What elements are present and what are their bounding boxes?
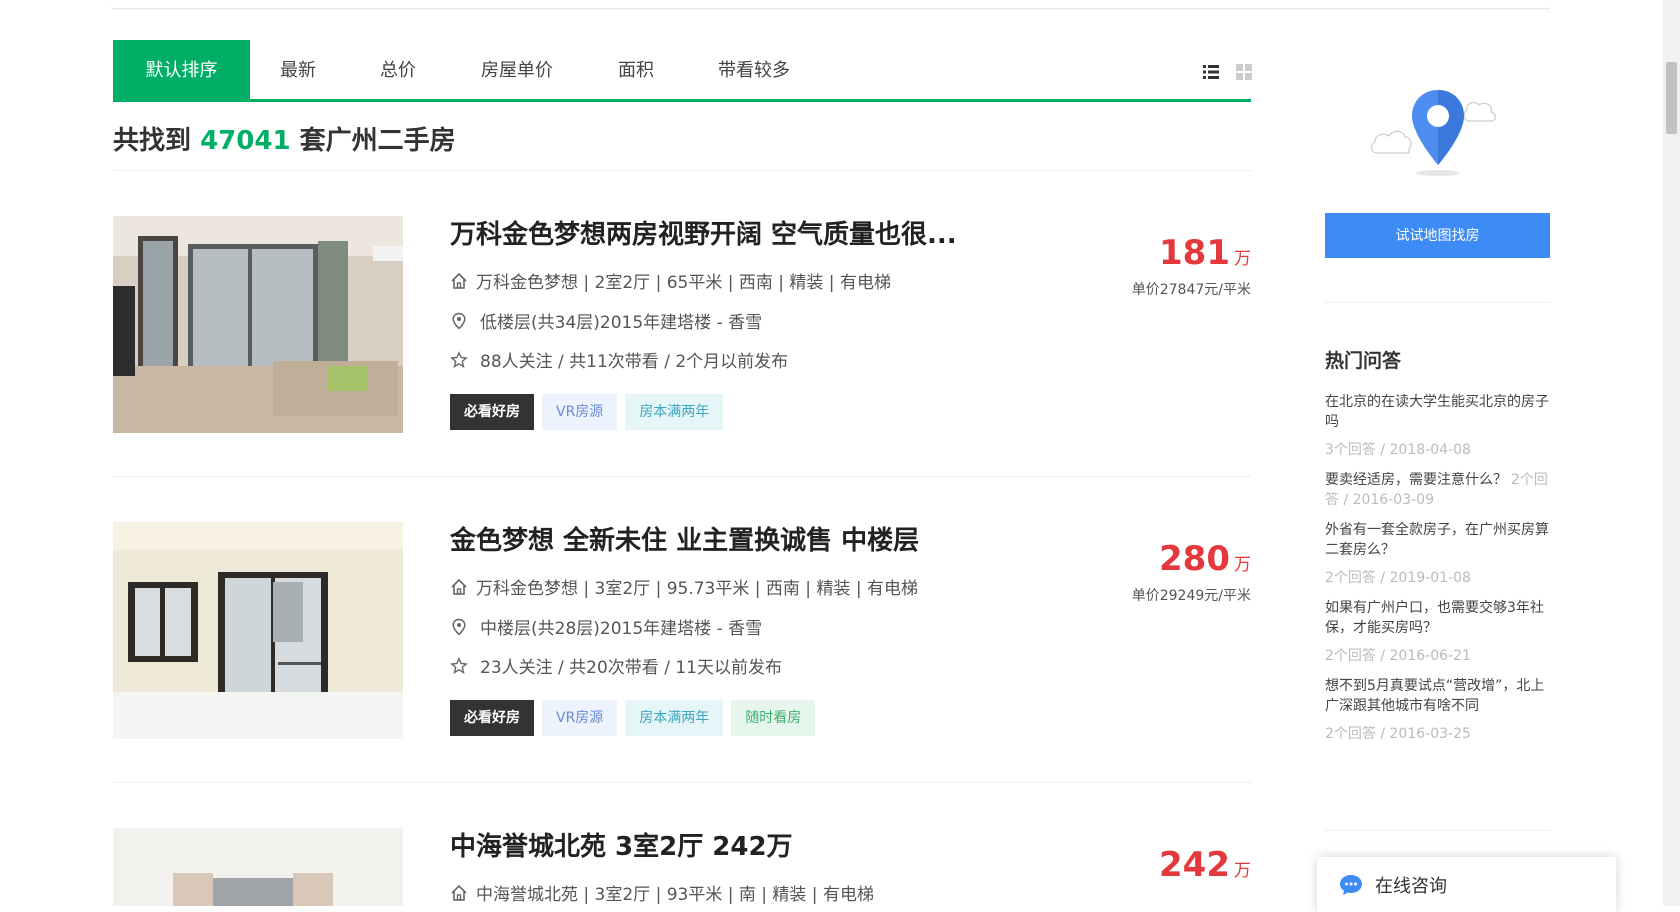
total-price: 242 万	[1159, 845, 1251, 885]
qa-question[interactable]: 在北京的在读大学生能买北京的房子吗	[1325, 392, 1550, 432]
total-price: 181 万	[1159, 233, 1251, 273]
listing-item: 万科金色梦想两房视野开阔 空气质量也很... 万科金色梦想 | 2室2厅 | 6…	[113, 171, 1251, 477]
price-value: 181	[1159, 233, 1230, 273]
listing-item: 中海誉城北苑 3室2厅 242万 中海誉城北苑 | 3室2厅 | 93平米 | …	[113, 783, 1251, 906]
house-icon	[451, 884, 467, 901]
qa-meta: 2个回答 / 2016-06-21	[1325, 648, 1471, 664]
tag-two-years: 房本满两年	[625, 394, 724, 430]
location-pin-icon	[452, 312, 466, 330]
tag-vr: VR房源	[542, 394, 618, 430]
tag-two-years: 房本满两年	[625, 700, 724, 736]
listing-photo[interactable]	[113, 828, 403, 906]
tag-must-see: 必看好房	[450, 700, 534, 736]
qa-item[interactable]: 外省有一套全款房子，在广州买房算二套房么？ 2个回答 / 2019-01-08	[1325, 520, 1550, 588]
listing-title[interactable]: 金色梦想 全新未住 业主置换诚售 中楼层	[450, 520, 919, 557]
qa-list: 在北京的在读大学生能买北京的房子吗 3个回答 / 2018-04-08 要卖经适…	[1325, 392, 1550, 744]
chat-bubble-icon	[1340, 874, 1362, 895]
tag-must-see: 必看好房	[450, 394, 534, 430]
price-unit: 万	[1234, 861, 1251, 881]
qa-question[interactable]: 要卖经适房，需要注意什么？	[1325, 472, 1507, 488]
tag-list: 必看好房 VR房源 房本满两年	[450, 394, 724, 430]
listing-title[interactable]: 中海誉城北苑 3室2厅 242万	[450, 826, 793, 863]
hot-qa-title: 热门问答	[1325, 350, 1402, 372]
qa-item[interactable]: 在北京的在读大学生能买北京的房子吗 3个回答 / 2018-04-08	[1325, 392, 1550, 460]
house-icon	[451, 272, 467, 289]
online-consult-button[interactable]: 在线咨询	[1317, 857, 1616, 912]
consult-label: 在线咨询	[1375, 875, 1447, 897]
house-info-text: 万科金色梦想 | 3室2厅 | 95.73平米 | 西南 | 精装 | 有电梯	[476, 579, 918, 599]
divider	[1325, 302, 1550, 303]
grid-view-icon[interactable]	[1236, 64, 1252, 80]
qa-question[interactable]: 如果有广州户口，也需要交够3年社保，才能买房吗？	[1325, 598, 1550, 638]
unit-price: 单价27847元/平米	[1131, 282, 1251, 298]
result-number: 47041	[200, 126, 291, 156]
price-value: 242	[1159, 845, 1230, 885]
qa-meta: 2个回答 / 2019-01-08	[1325, 570, 1471, 586]
position-info: 低楼层(共34层)2015年建塔楼 - 香雪	[450, 308, 762, 333]
tag-list: 必看好房 VR房源 房本满两年 随时看房	[450, 700, 816, 736]
listing-item: 金色梦想 全新未住 业主置换诚售 中楼层 万科金色梦想 | 3室2厅 | 95.…	[113, 477, 1251, 783]
tab-most-viewed[interactable]: 带看较多	[718, 40, 790, 99]
price-unit: 万	[1234, 249, 1251, 269]
qa-meta: 3个回答 / 2018-04-08	[1325, 442, 1471, 458]
follow-info-text: 23人关注 / 共20次带看 / 11天以前发布	[480, 658, 782, 678]
house-info: 万科金色梦想 | 3室2厅 | 95.73平米 | 西南 | 精装 | 有电梯	[450, 574, 918, 599]
location-pin-icon	[452, 618, 466, 636]
house-info: 中海誉城北苑 | 3室2厅 | 93平米 | 南 | 精装 | 有电梯	[450, 880, 874, 905]
tab-unit-price[interactable]: 房屋单价	[481, 40, 553, 99]
unit-price: 单价29249元/平米	[1131, 588, 1251, 604]
map-search-button[interactable]: 试试地图找房	[1325, 213, 1550, 258]
map-pin-illustration	[1370, 90, 1497, 176]
follow-info: 88人关注 / 共11次带看 / 2个月以前发布	[450, 347, 788, 372]
result-suffix: 套广州二手房	[299, 126, 456, 156]
position-info-text: 低楼层(共34层)2015年建塔楼 - 香雪	[480, 313, 763, 333]
price-value: 280	[1159, 539, 1230, 579]
list-view-icon[interactable]	[1203, 64, 1219, 80]
top-divider	[112, 0, 1550, 9]
sort-bar: 默认排序 最新 总价 房屋单价 面积 带看较多	[113, 40, 1252, 102]
total-price: 280 万	[1159, 539, 1251, 579]
divider	[1325, 830, 1550, 831]
qa-question[interactable]: 想不到5月真要试点“营改增”，北上广深跟其他城市有啥不同	[1325, 676, 1550, 716]
qa-item[interactable]: 要卖经适房，需要注意什么？ 2个回答 / 2016-03-09	[1325, 470, 1550, 510]
star-icon	[450, 350, 468, 368]
follow-info-text: 88人关注 / 共11次带看 / 2个月以前发布	[480, 352, 789, 372]
position-info-text: 中楼层(共28层)2015年建塔楼 - 香雪	[480, 619, 763, 639]
scrollbar-thumb[interactable]	[1666, 62, 1677, 134]
house-icon	[451, 578, 467, 595]
house-info-text: 中海誉城北苑 | 3室2厅 | 93平米 | 南 | 精装 | 有电梯	[476, 885, 874, 905]
result-prefix: 共找到	[113, 126, 192, 156]
tab-default-sort[interactable]: 默认排序	[113, 40, 250, 99]
qa-item[interactable]: 如果有广州户口，也需要交够3年社保，才能买房吗？ 2个回答 / 2016-06-…	[1325, 598, 1550, 666]
house-info: 万科金色梦想 | 2室2厅 | 65平米 | 西南 | 精装 | 有电梯	[450, 268, 891, 293]
listing-photo[interactable]	[113, 216, 403, 433]
position-info: 中楼层(共28层)2015年建塔楼 - 香雪	[450, 614, 762, 639]
tag-vr: VR房源	[542, 700, 618, 736]
house-info-text: 万科金色梦想 | 2室2厅 | 65平米 | 西南 | 精装 | 有电梯	[476, 273, 891, 293]
qa-question[interactable]: 外省有一套全款房子，在广州买房算二套房么？	[1325, 520, 1550, 560]
tab-area[interactable]: 面积	[618, 40, 654, 99]
scrollbar[interactable]	[1663, 0, 1680, 906]
tab-total-price[interactable]: 总价	[380, 40, 416, 99]
follow-info: 23人关注 / 共20次带看 / 11天以前发布	[450, 653, 782, 678]
tag-anytime-viewing: 随时看房	[731, 700, 816, 736]
qa-item[interactable]: 想不到5月真要试点“营改增”，北上广深跟其他城市有啥不同 2个回答 / 2016…	[1325, 676, 1550, 744]
tab-newest[interactable]: 最新	[280, 40, 316, 99]
listing-title[interactable]: 万科金色梦想两房视野开阔 空气质量也很...	[450, 214, 957, 251]
qa-meta: 2个回答 / 2016-03-25	[1325, 726, 1471, 742]
star-icon	[450, 656, 468, 674]
listing-photo[interactable]	[113, 522, 403, 739]
price-unit: 万	[1234, 555, 1251, 575]
result-count: 共找到 47041 套广州二手房	[113, 120, 456, 157]
